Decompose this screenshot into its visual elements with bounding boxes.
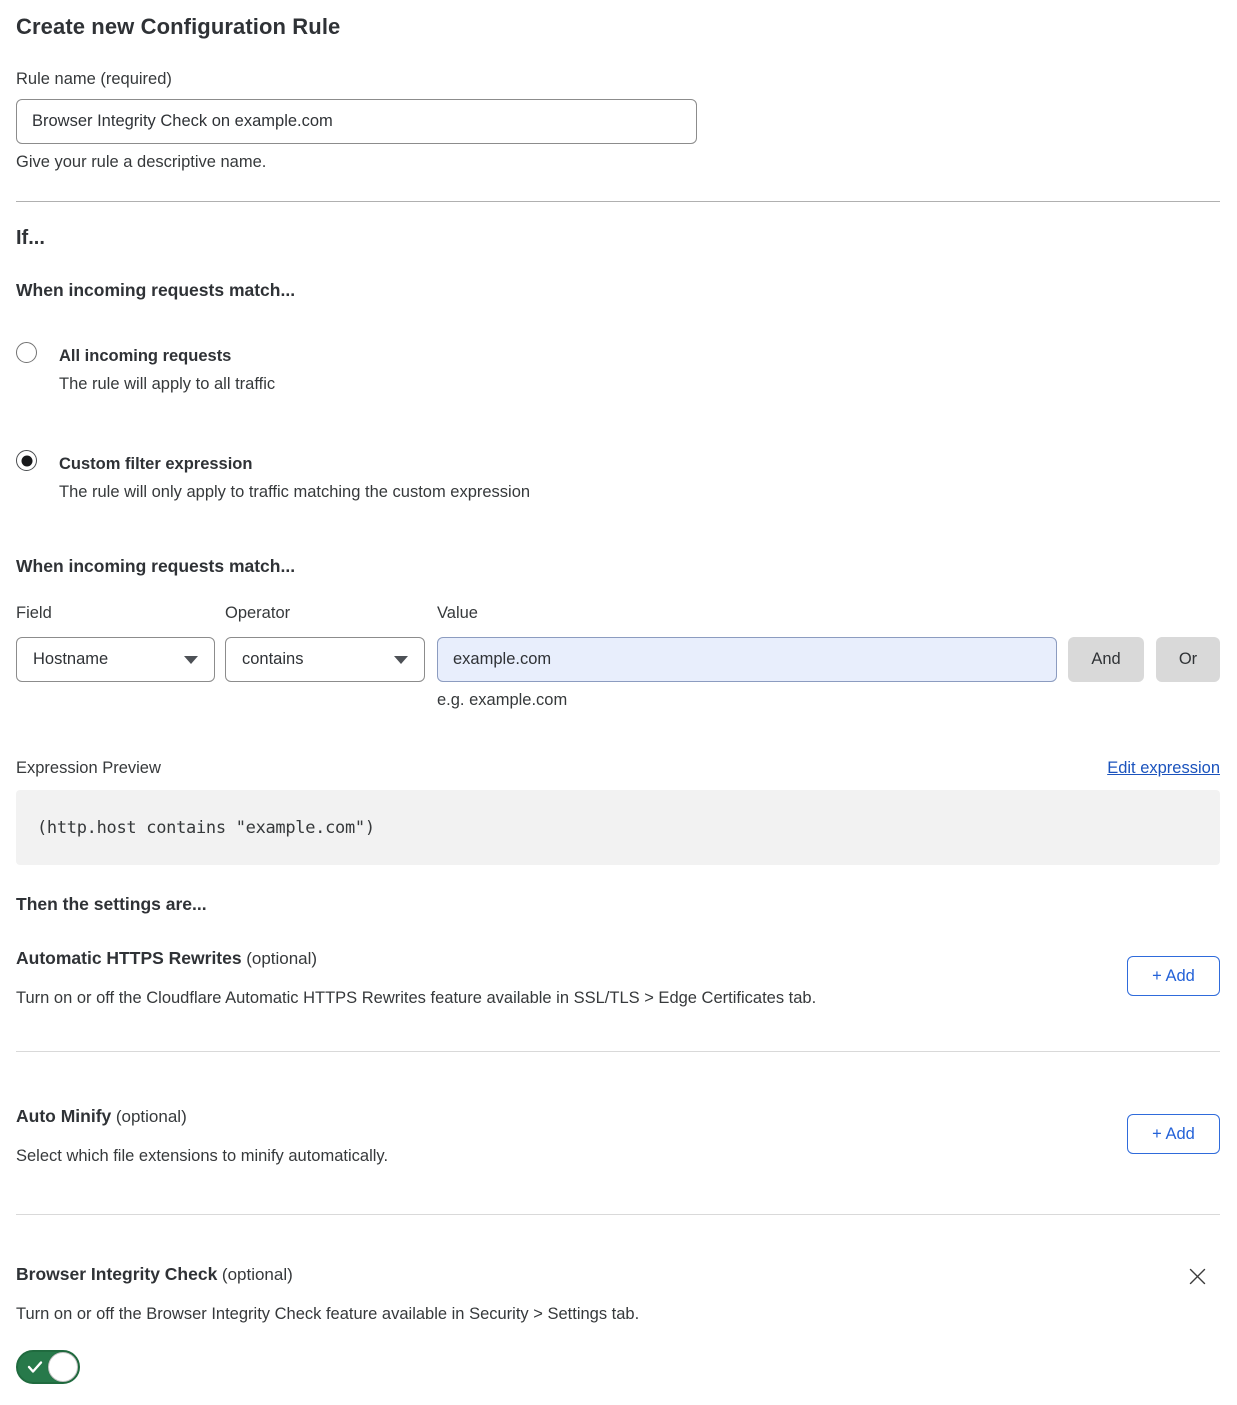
setting-browser-integrity-check: Browser Integrity Check (optional) Turn … [16,1264,1220,1389]
radio-label: All incoming requests [59,347,231,365]
setting-optional-tag: (optional) [246,949,317,968]
field-select[interactable]: Hostname [16,637,215,682]
section-divider [16,201,1220,202]
rule-name-help: Give your rule a descriptive name. [16,153,1220,172]
radio-icon[interactable] [16,342,37,363]
request-match-radio-group: All incoming requests The rule will appl… [16,342,1220,506]
setting-description: Select which file extensions to minify a… [16,1146,388,1166]
expression-builder-heading: When incoming requests match... [16,556,1220,577]
setting-title: Automatic HTTPS Rewrites [16,948,242,968]
operator-selected-value: contains [242,650,303,669]
chevron-down-icon [394,656,408,664]
setting-title: Auto Minify [16,1106,111,1126]
close-icon [1187,1266,1208,1287]
operator-select[interactable]: contains [225,637,425,682]
if-heading: If... [16,227,1220,250]
browser-integrity-check-toggle[interactable] [16,1350,80,1384]
rule-name-input[interactable] [16,99,697,144]
setting-optional-tag: (optional) [116,1107,187,1126]
remove-setting-button[interactable] [1187,1266,1208,1287]
toggle-knob[interactable] [48,1352,78,1382]
expression-preview-box: (http.host contains "example.com") [16,790,1220,865]
or-button[interactable]: Or [1156,637,1220,682]
radio-label: Custom filter expression [59,455,252,473]
value-input[interactable] [437,637,1057,682]
radio-custom-filter-expression[interactable]: Custom filter expression The rule will o… [16,450,1220,506]
radio-description: The rule will apply to all traffic [59,375,275,393]
setting-divider [16,1051,1220,1052]
setting-divider [16,1214,1220,1215]
match-heading: When incoming requests match... [16,280,1220,301]
setting-title: Browser Integrity Check [16,1264,217,1284]
value-label: Value [437,604,1057,623]
and-button[interactable]: And [1068,637,1144,682]
check-icon [27,1360,43,1374]
add-automatic-https-rewrites-button[interactable]: + Add [1127,956,1220,996]
radio-all-incoming-requests[interactable]: All incoming requests The rule will appl… [16,342,1220,398]
field-label: Field [16,604,215,623]
setting-automatic-https-rewrites: Automatic HTTPS Rewrites (optional) Turn… [16,948,1220,1008]
settings-heading: Then the settings are... [16,894,1220,915]
setting-auto-minify: Auto Minify (optional) Select which file… [16,1106,1220,1166]
radio-description: The rule will only apply to traffic matc… [59,483,530,501]
create-configuration-rule-page: Create new Configuration Rule Rule name … [0,0,1237,1405]
rule-name-label: Rule name (required) [16,70,1220,89]
field-selected-value: Hostname [33,650,108,669]
operator-label: Operator [225,604,425,623]
chevron-down-icon [184,656,198,664]
value-hint: e.g. example.com [437,691,1057,710]
setting-description: Turn on or off the Cloudflare Automatic … [16,988,816,1008]
edit-expression-link[interactable]: Edit expression [1107,759,1220,778]
expression-preview-label: Expression Preview [16,759,161,778]
expression-builder-row: Field Hostname Operator contains Value e… [16,604,1220,710]
add-auto-minify-button[interactable]: + Add [1127,1114,1220,1154]
page-title: Create new Configuration Rule [16,14,1220,40]
expression-code: (http.host contains "example.com") [37,818,375,838]
radio-icon[interactable] [16,450,37,471]
setting-description: Turn on or off the Browser Integrity Che… [16,1304,639,1324]
setting-optional-tag: (optional) [222,1265,293,1284]
